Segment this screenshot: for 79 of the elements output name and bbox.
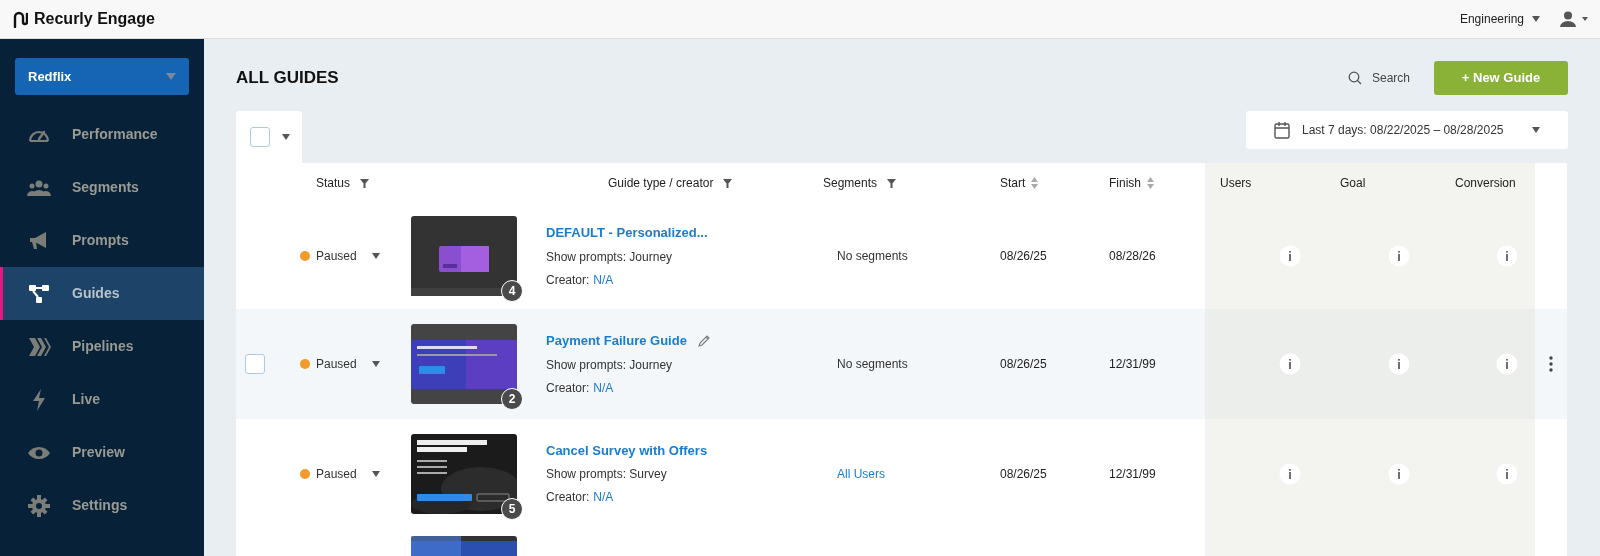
caret-icon[interactable] bbox=[371, 253, 380, 259]
creator-link[interactable]: N/A bbox=[593, 488, 614, 507]
finish-date: 08/28/26 bbox=[1109, 249, 1156, 263]
calendar-icon bbox=[1274, 121, 1290, 139]
row-checkbox[interactable] bbox=[245, 354, 265, 374]
info-icon[interactable] bbox=[1388, 353, 1410, 375]
segments-cell: No segments bbox=[837, 357, 908, 371]
info-icon[interactable] bbox=[1388, 245, 1410, 267]
brand-name: Recurly Engage bbox=[34, 9, 155, 29]
column-header[interactable]: Status bbox=[316, 174, 351, 192]
creator-label: Creator: bbox=[546, 489, 590, 507]
caret-icon[interactable] bbox=[371, 470, 380, 477]
start-date: 08/26/25 bbox=[1000, 466, 1047, 481]
sidebar-item[interactable]: Guides bbox=[0, 267, 204, 320]
status-dropdown[interactable]: Paused bbox=[316, 355, 380, 373]
caret-icon[interactable] bbox=[282, 134, 290, 140]
step-count-badge: 4 bbox=[501, 280, 523, 302]
filter-icon[interactable] bbox=[723, 178, 733, 188]
step-count-badge: 2 bbox=[501, 388, 523, 410]
caret-icon[interactable] bbox=[1532, 16, 1540, 22]
guide-title-link[interactable]: Payment Failure Guide bbox=[546, 331, 687, 351]
status-dropdown[interactable]: Paused bbox=[316, 464, 380, 483]
start-date: 08/26/25 bbox=[1000, 357, 1047, 371]
creator-label: Creator: bbox=[546, 379, 590, 397]
gear-icon bbox=[27, 493, 51, 518]
filter-icon[interactable] bbox=[887, 178, 897, 188]
column-header: Goal bbox=[1305, 163, 1410, 203]
search-icon bbox=[1347, 71, 1362, 85]
sidebar-item[interactable]: Settings bbox=[0, 479, 204, 532]
date-range-picker[interactable]: Last 7 days: 08/22/2025 – 08/28/2025 bbox=[1246, 111, 1568, 149]
page-title: ALL GUIDES bbox=[236, 67, 339, 90]
filter-icon[interactable] bbox=[360, 178, 370, 188]
workspace-dropdown[interactable]: Engineering bbox=[1459, 10, 1540, 28]
guide-title-link[interactable]: Cancel Survey with Offers bbox=[546, 440, 708, 461]
caret-icon[interactable] bbox=[1532, 127, 1540, 133]
info-icon[interactable] bbox=[1279, 462, 1301, 485]
column-header[interactable]: Finish bbox=[1109, 174, 1141, 192]
sidebar-item[interactable]: Prompts bbox=[0, 214, 204, 267]
sidebar-item[interactable]: Segments bbox=[0, 161, 204, 214]
caret-icon bbox=[166, 73, 176, 80]
logo-icon bbox=[12, 10, 28, 28]
user-icon[interactable] bbox=[1560, 11, 1588, 27]
sidebar-item[interactable]: Preview bbox=[0, 426, 204, 479]
guide-title-link[interactable]: DEFAULT - Personalized... bbox=[546, 223, 708, 243]
column-header[interactable]: Segments bbox=[823, 174, 878, 192]
table-row[interactable]: Paused 2 Payment Failure Guide Show prompts: Journey Creator: N/A No segments 08/26/25 12/31/99 bbox=[236, 309, 1567, 419]
segments-cell: No segments bbox=[837, 249, 908, 263]
pencil-icon[interactable] bbox=[696, 334, 711, 348]
creator-link[interactable]: N/A bbox=[593, 378, 614, 397]
finish-date: 12/31/99 bbox=[1109, 357, 1156, 371]
info-icon[interactable] bbox=[1388, 462, 1410, 485]
finish-date: 12/31/99 bbox=[1109, 466, 1156, 481]
table-row[interactable]: Paused 4 DEFAULT - Personalized... Show prompts: Journey Creator: N/A No segments 08/26/25 08/28/26 bbox=[236, 203, 1567, 309]
guide-type: Show prompts: Survey bbox=[546, 466, 668, 484]
more-options-icon[interactable] bbox=[1549, 356, 1553, 372]
caret-icon[interactable] bbox=[371, 361, 380, 367]
search-button[interactable]: Search bbox=[1347, 69, 1410, 87]
info-icon[interactable] bbox=[1496, 462, 1518, 485]
column-header[interactable]: Guide type / creator bbox=[608, 174, 714, 192]
info-icon[interactable] bbox=[1496, 245, 1518, 267]
info-icon[interactable] bbox=[1279, 245, 1301, 267]
start-date: 08/26/25 bbox=[1000, 249, 1047, 263]
sidebar-item[interactable]: Live bbox=[0, 373, 204, 426]
column-header: Users bbox=[1205, 163, 1305, 203]
status-dropdown[interactable]: Paused bbox=[316, 247, 380, 265]
column-header[interactable]: Start bbox=[1000, 174, 1026, 192]
column-header: Conversion bbox=[1410, 163, 1535, 203]
segment-link[interactable]: All Users bbox=[837, 466, 885, 481]
account-dropdown[interactable]: Redflix bbox=[15, 58, 189, 95]
info-icon[interactable] bbox=[1496, 353, 1518, 375]
info-icon[interactable] bbox=[1279, 353, 1301, 375]
creator-label: Creator: bbox=[546, 271, 590, 289]
sidebar-item[interactable]: Pipelines bbox=[0, 320, 204, 373]
table-row[interactable]: Paused 5 Cancel Survey with Offers Show prompts: Survey Creator: N/A All Users 08/26/25 12/31/99 bbox=[236, 419, 1567, 528]
select-all-checkbox[interactable] bbox=[250, 127, 270, 147]
creator-link[interactable]: N/A bbox=[593, 270, 614, 289]
sidebar-item[interactable]: Performance bbox=[0, 108, 204, 161]
guide-type: Show prompts: Journey bbox=[546, 356, 674, 374]
guide-type: Show prompts: Journey bbox=[546, 248, 674, 266]
